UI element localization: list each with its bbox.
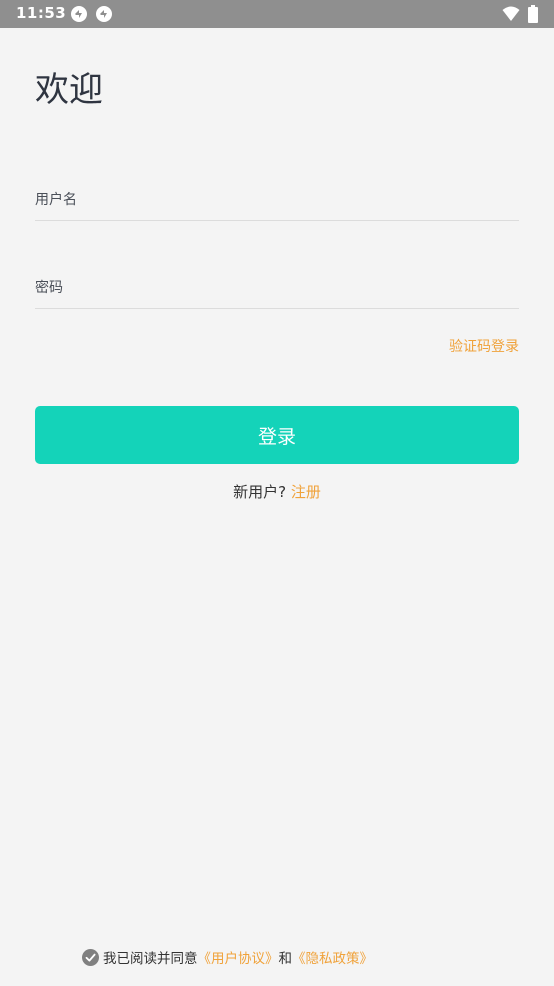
status-bar: 11:53 (0, 0, 554, 28)
password-input[interactable] (35, 268, 519, 308)
login-button[interactable]: 登录 (35, 406, 519, 464)
username-field-container (35, 180, 519, 221)
agreement-prefix: 我已阅读并同意 (103, 951, 198, 967)
agreement-conjunction: 和 (278, 951, 293, 967)
agreement-row: 我已阅读并同意 《用户协议》 和 《隐私政策》 (82, 947, 373, 967)
status-right-icons (502, 5, 538, 23)
register-link[interactable]: 注册 (291, 483, 321, 501)
register-prompt: 新用户? (233, 483, 287, 501)
status-time: 11:53 (16, 4, 67, 22)
battery-icon (528, 5, 538, 23)
privacy-policy-link[interactable]: 《隐私政策》 (292, 947, 373, 967)
page-title: 欢迎 (35, 70, 103, 110)
user-agreement-link[interactable]: 《用户协议》 (198, 947, 279, 967)
username-input[interactable] (35, 180, 519, 220)
sms-code-login-link[interactable]: 验证码登录 (449, 336, 519, 356)
checkbox-checked-icon[interactable] (82, 948, 99, 966)
register-line: 新用户? 注册 (0, 481, 554, 502)
sync-notification-icon (71, 6, 87, 22)
sync-notification-icon (96, 6, 112, 22)
wifi-icon (502, 6, 520, 21)
password-field-container (35, 268, 519, 309)
